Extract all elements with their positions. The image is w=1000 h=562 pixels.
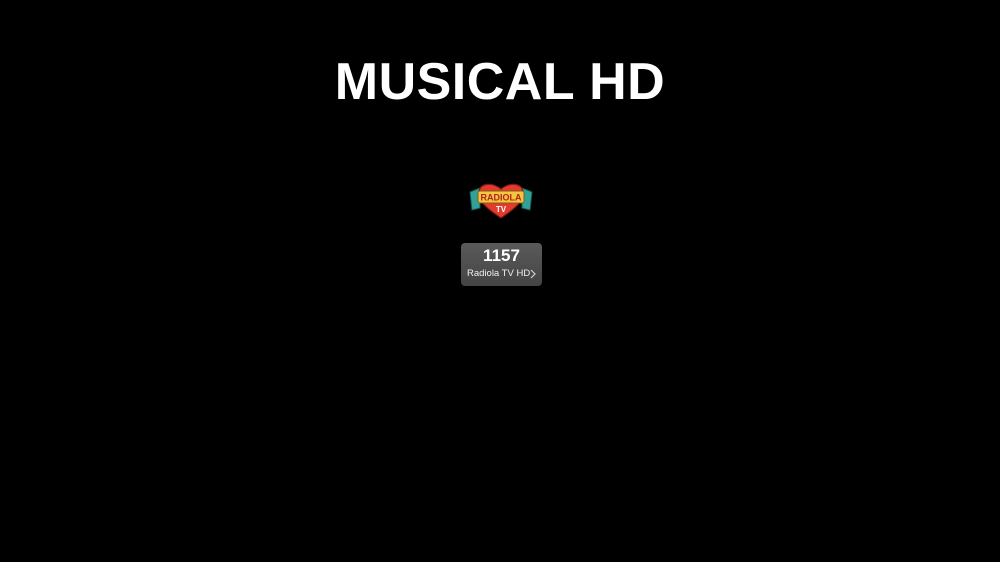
logo-text-top: RADIOLA (481, 193, 522, 203)
logo-text-bottom: TV (496, 205, 507, 214)
page-title: MUSICAL HD (334, 53, 666, 111)
radiola-tv-logo: RADIOLA TV (466, 178, 536, 222)
channel-card[interactable]: 1157 Radiola TV HD (461, 243, 542, 286)
chevron-right-icon (530, 269, 536, 279)
radiola-tv-logo-icon: RADIOLA TV (469, 183, 533, 219)
channel-name: Radiola TV HD (467, 268, 531, 279)
channel-number: 1157 (483, 246, 520, 265)
